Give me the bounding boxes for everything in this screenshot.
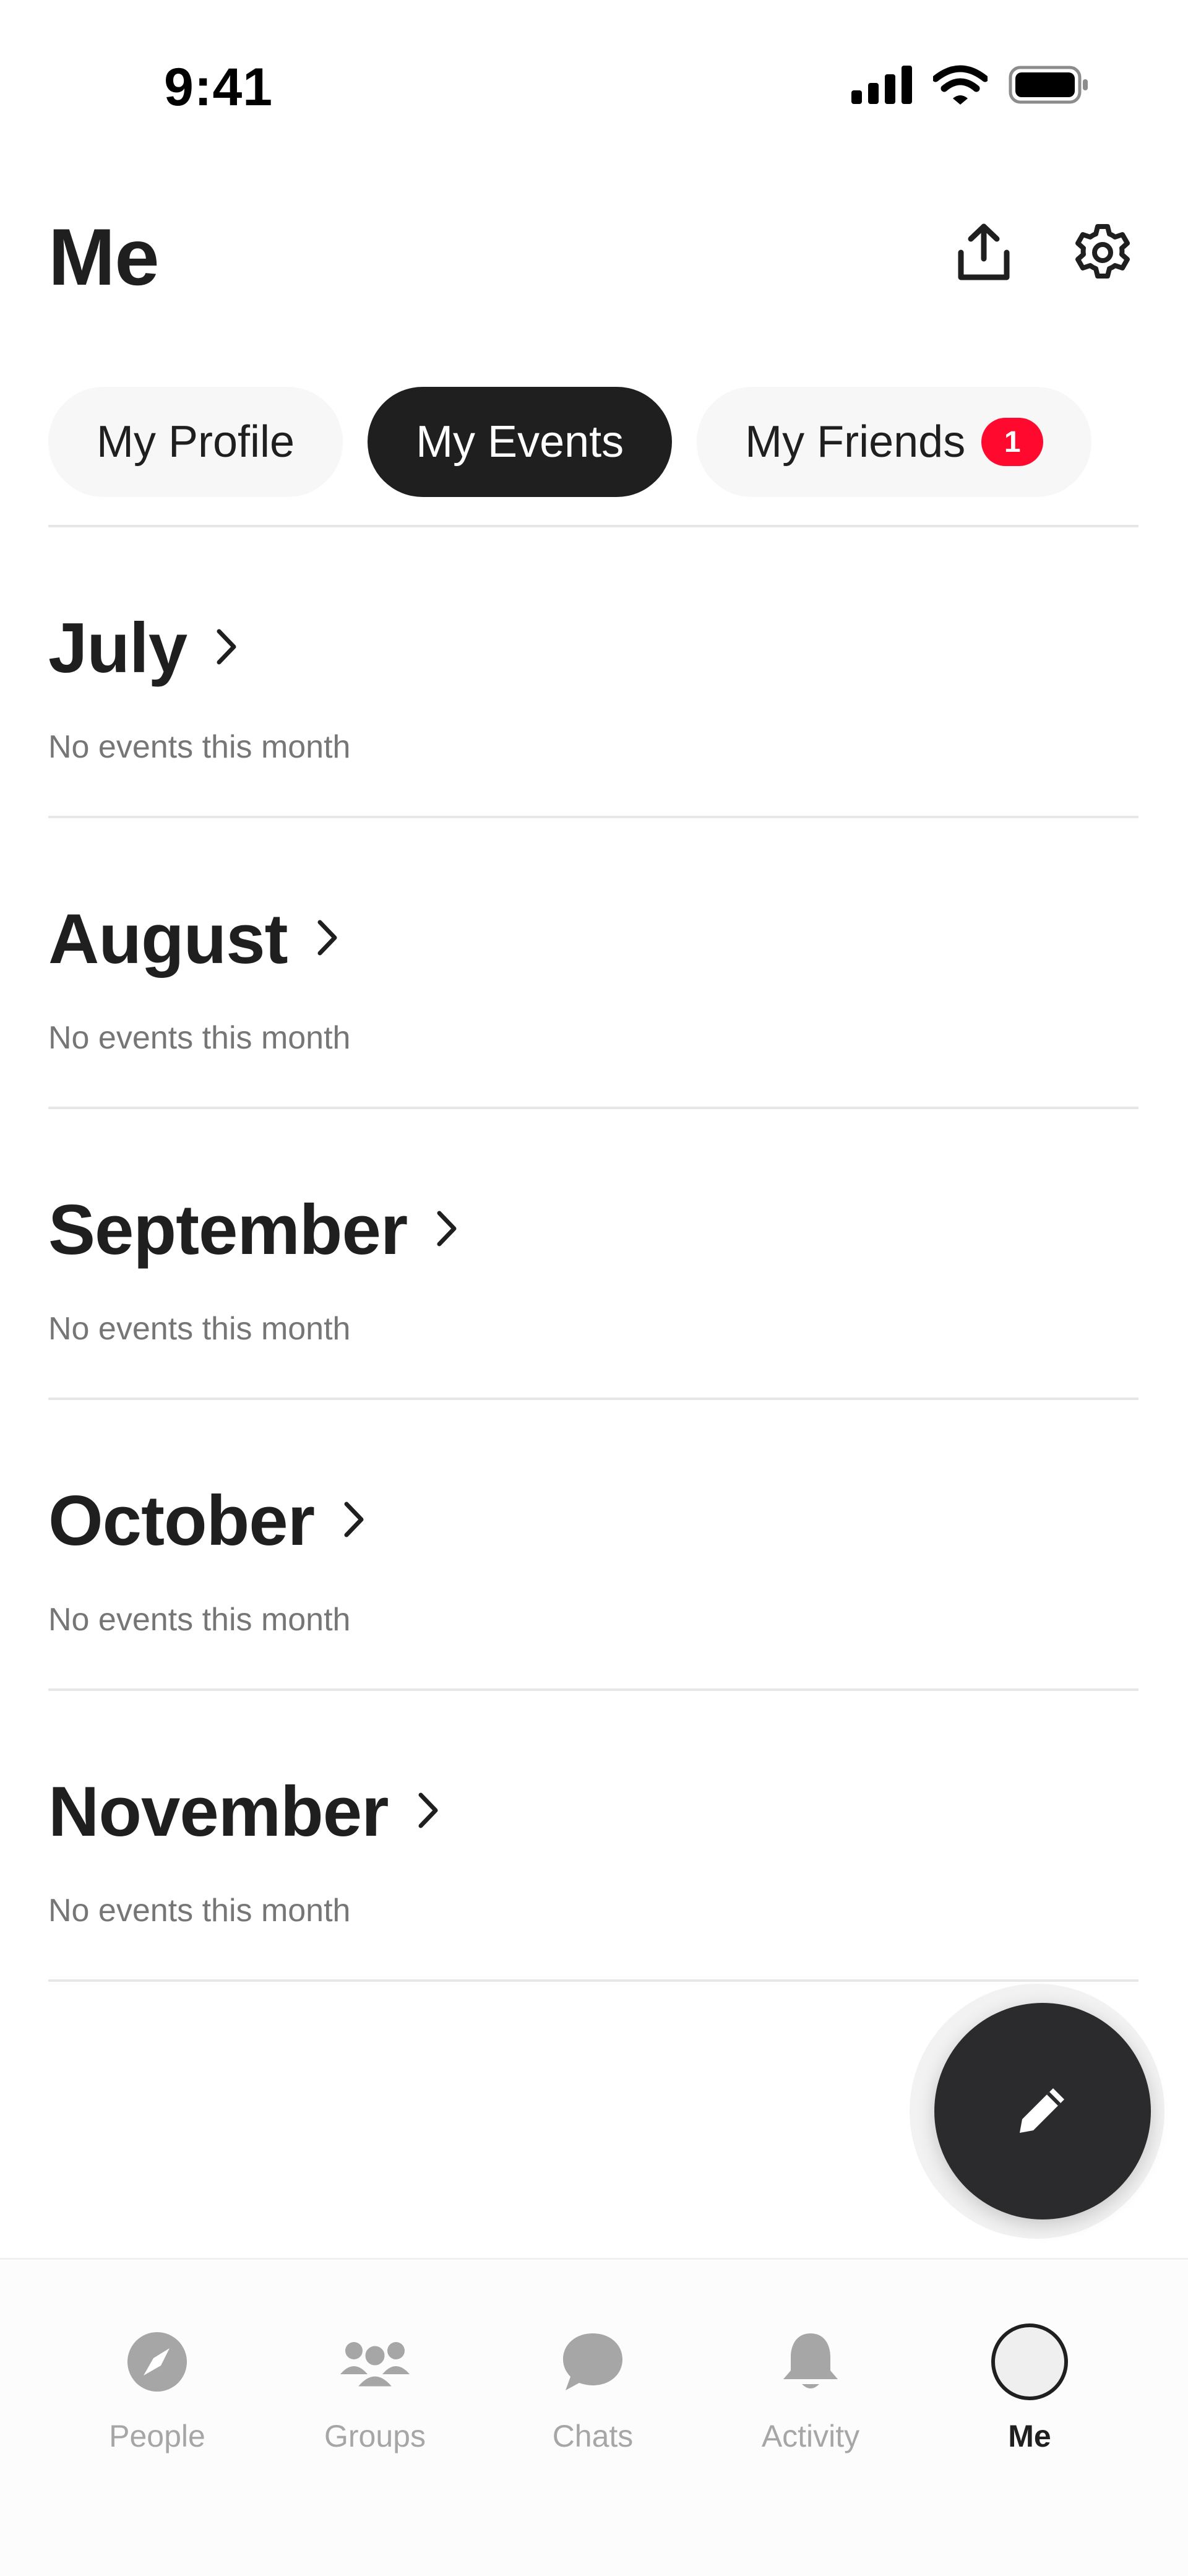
month-header[interactable]: September <box>48 1190 459 1271</box>
wifi-icon <box>932 65 989 108</box>
month-title: July <box>48 609 187 688</box>
status-bar: 9:41 <box>0 0 1188 155</box>
chevron-right-icon <box>434 1209 459 1251</box>
month-section-october: October No events this month <box>48 1400 1138 1691</box>
nav-label: Activity <box>761 2419 860 2453</box>
avatar <box>989 2322 1070 2402</box>
events-list: July No events this month August No even… <box>48 527 1138 1982</box>
month-section-august: August No events this month <box>48 818 1138 1109</box>
tab-my-events[interactable]: My Events <box>368 387 673 497</box>
empty-state-text: No events this month <box>48 1020 351 1056</box>
empty-state-text: No events this month <box>48 1311 351 1347</box>
month-header[interactable]: July <box>48 608 239 689</box>
segment-tabs: My Profile My Events My Friends 1 <box>48 387 1092 497</box>
nav-item-me[interactable]: Me <box>937 2322 1122 2454</box>
bottom-tab-bar: People Groups Chats Activity Me <box>0 2258 1188 2576</box>
gear-icon <box>1073 223 1132 285</box>
nav-item-chats[interactable]: Chats <box>500 2322 686 2454</box>
share-button[interactable] <box>953 223 1015 285</box>
header-actions <box>953 223 1134 285</box>
avatar-ring <box>991 2323 1068 2400</box>
nav-label: Me <box>1008 2419 1051 2453</box>
empty-state-text: No events this month <box>48 729 351 765</box>
people-group-icon <box>335 2322 415 2402</box>
month-title: October <box>48 1482 315 1560</box>
screen: 9:41 Me My Profile My Events My Friends … <box>0 0 1188 2576</box>
tab-my-profile[interactable]: My Profile <box>48 387 343 497</box>
nav-item-groups[interactable]: Groups <box>282 2322 468 2454</box>
pencil-icon <box>1009 2076 1077 2147</box>
nav-label: Chats <box>552 2419 634 2453</box>
share-icon <box>956 223 1012 285</box>
bell-icon <box>770 2322 851 2402</box>
empty-state-text: No events this month <box>48 1602 351 1638</box>
month-title: November <box>48 1773 389 1851</box>
nav-label: Groups <box>324 2419 426 2453</box>
chat-bubble-icon <box>553 2322 633 2402</box>
month-section-november: November No events this month <box>48 1691 1138 1982</box>
chevron-right-icon <box>416 1791 441 1833</box>
tab-label: My Profile <box>97 417 295 467</box>
battery-icon <box>1009 66 1089 107</box>
month-section-july: July No events this month <box>48 527 1138 818</box>
chevron-right-icon <box>342 1500 366 1542</box>
status-icons <box>851 65 1089 108</box>
month-title: September <box>48 1191 408 1269</box>
tab-label: My Events <box>416 417 624 467</box>
tab-my-friends[interactable]: My Friends 1 <box>697 387 1092 497</box>
month-header[interactable]: November <box>48 1771 441 1852</box>
chevron-right-icon <box>315 918 340 960</box>
month-section-september: September No events this month <box>48 1109 1138 1400</box>
settings-button[interactable] <box>1072 223 1134 285</box>
nav-item-activity[interactable]: Activity <box>718 2322 903 2454</box>
nav-item-people[interactable]: People <box>64 2322 250 2454</box>
page-title: Me <box>48 212 160 302</box>
month-title: August <box>48 900 288 979</box>
month-header[interactable]: August <box>48 899 340 980</box>
month-header[interactable]: October <box>48 1480 366 1562</box>
chevron-right-icon <box>214 628 239 669</box>
friends-count-badge: 1 <box>981 418 1044 466</box>
empty-state-text: No events this month <box>48 1893 351 1929</box>
status-time: 9:41 <box>164 58 273 117</box>
compose-fab-button[interactable] <box>934 2003 1151 2219</box>
signal-icon <box>851 66 912 107</box>
tab-label: My Friends <box>745 417 966 467</box>
nav-label: People <box>109 2419 205 2453</box>
compass-icon <box>117 2322 197 2402</box>
